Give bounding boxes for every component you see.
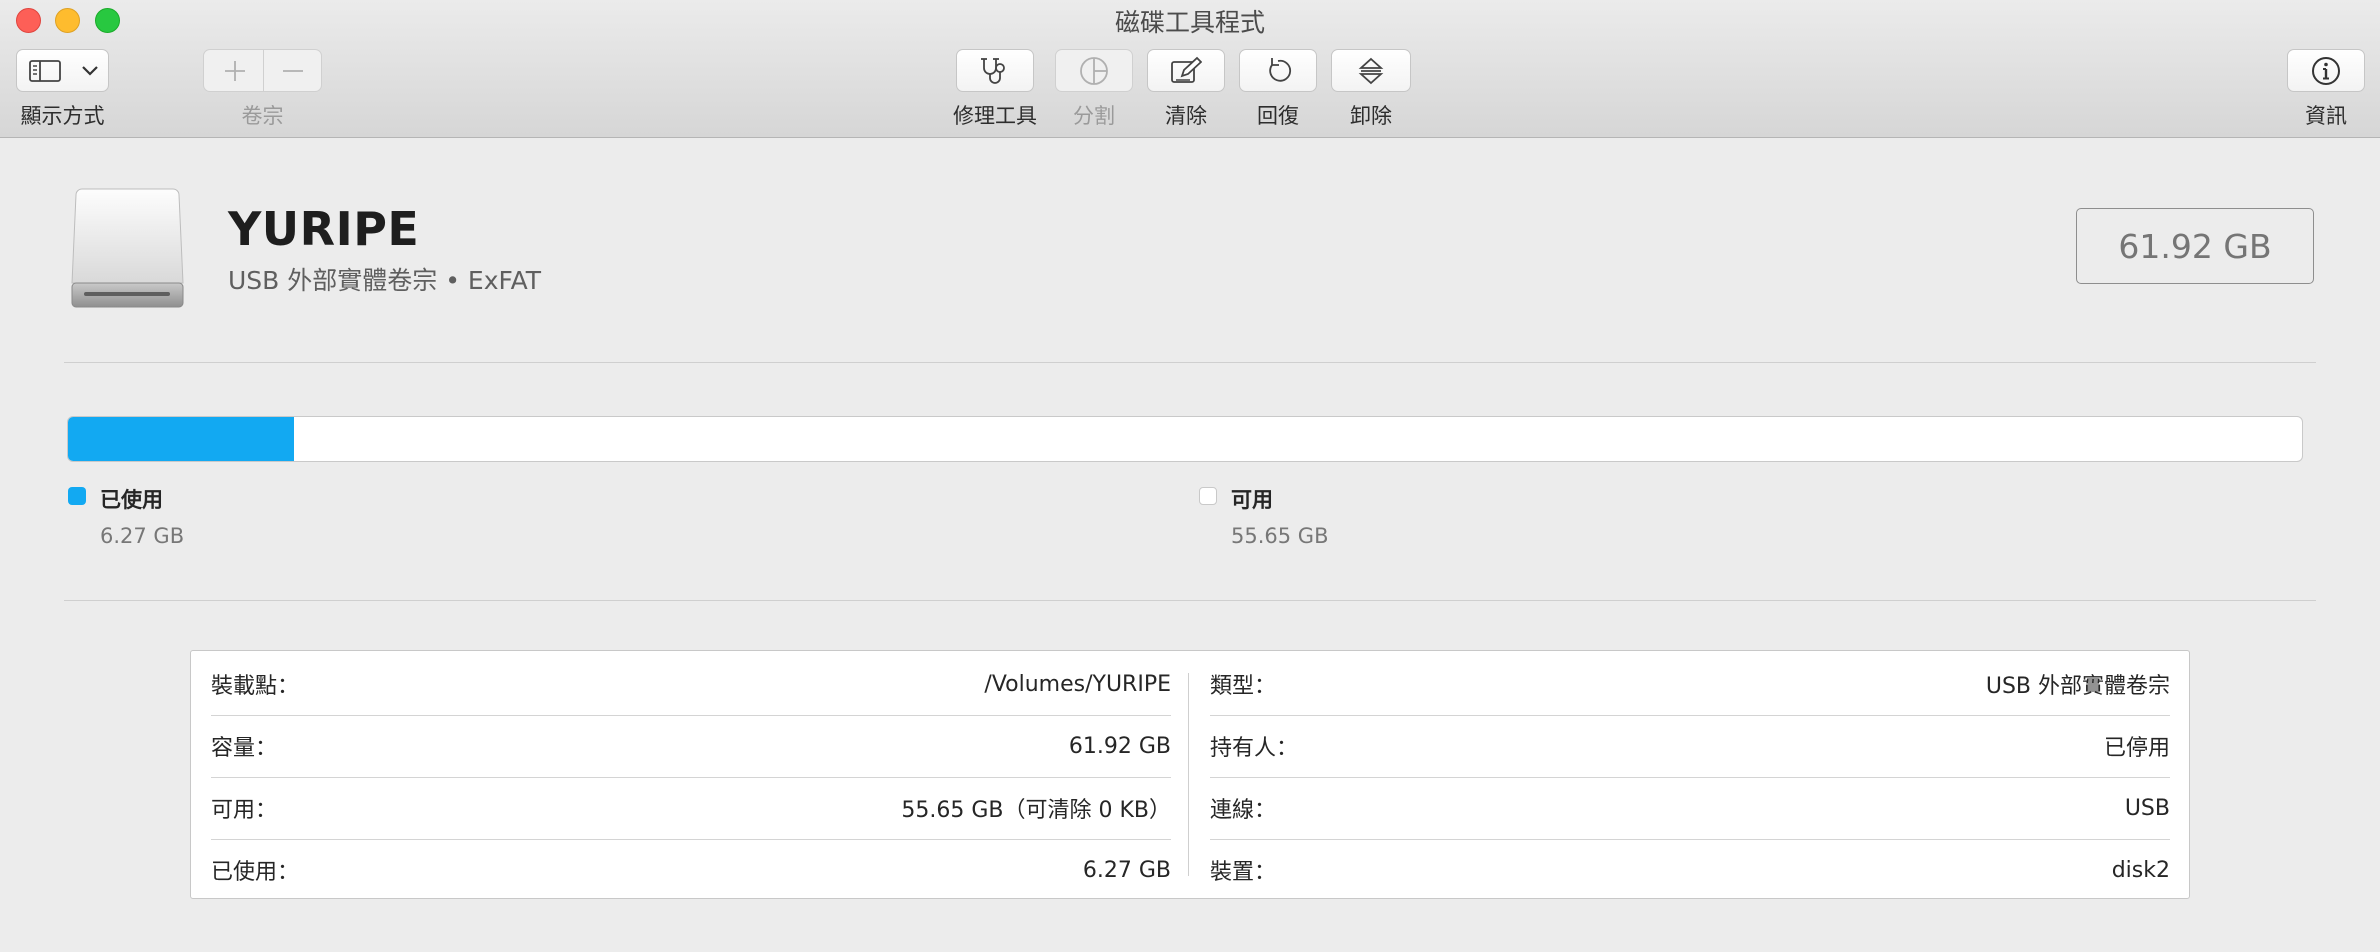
info-value: 6.27 GB [1082, 857, 1171, 883]
info-row: 裝置： disk2 [1210, 839, 2170, 901]
info-column-left: 裝載點： /Volumes/YURIPE 容量： 61.92 GB 可用： 55… [211, 651, 1171, 898]
stethoscope-icon [978, 56, 1012, 86]
volume-segmented-control [203, 49, 322, 92]
info-value: USB 外部實體卷宗 [1985, 674, 2170, 699]
info-label: 類型： [1210, 674, 1277, 699]
used-legend-value: 6.27 GB [100, 524, 185, 548]
info-row: 容量： 61.92 GB [211, 715, 1171, 777]
window-title: 磁碟工具程式 [1114, 8, 1265, 37]
info-value: USB [2124, 795, 2170, 821]
volume-capacity-badge: 61.92 GB [2076, 208, 2314, 284]
restore-label: 回復 [1257, 104, 1299, 128]
info-row: 可用： 55.65 GB（可清除 0 KB） [211, 777, 1171, 839]
first-aid-button[interactable] [956, 49, 1034, 92]
info-label: 可用： [211, 798, 278, 823]
erase-button[interactable] [1147, 49, 1225, 92]
info-value: 61.92 GB [1068, 733, 1171, 759]
used-legend-title: 已使用 [100, 488, 163, 512]
info-value: 已停用 [2103, 736, 2170, 761]
volume-subtitle: USB 外部實體卷宗 • ExFAT [228, 266, 542, 295]
restore-icon [1263, 56, 1293, 86]
divider [64, 600, 2316, 601]
info-row: 裝載點： /Volumes/YURIPE [211, 653, 1171, 715]
info-column-right: 類型： USB 外部實體卷宗 持有人： 已停用 連線： USB 裝置： disk… [1210, 651, 2170, 898]
info-row: 已使用： 6.27 GB [211, 839, 1171, 901]
info-icon [2311, 56, 2341, 86]
info-row: 連線： USB [1210, 777, 2170, 839]
free-legend-title: 可用 [1231, 488, 1273, 512]
pencil-icon [1170, 56, 1202, 86]
minus-icon[interactable] [282, 60, 304, 82]
info-label: 裝載點： [211, 674, 300, 699]
unmount-button[interactable] [1331, 49, 1411, 92]
volume-label: 卷宗 [241, 104, 284, 128]
partition-label: 分割 [1073, 104, 1115, 128]
divider [64, 362, 2316, 363]
info-label: 已使用： [211, 860, 300, 885]
segment-divider [263, 50, 264, 91]
info-label: 連線： [1210, 798, 1277, 823]
view-button[interactable] [16, 49, 109, 92]
partition-button [1055, 49, 1133, 92]
info-value: 55.65 GB（可清除 0 KB） [901, 798, 1171, 823]
info-label: 容量： [211, 736, 278, 761]
info-button[interactable] [2287, 49, 2365, 92]
info-label: 資訊 [2305, 104, 2347, 128]
restore-button[interactable] [1239, 49, 1317, 92]
info-label: 持有人： [1210, 736, 1299, 761]
free-legend-value: 55.65 GB [1231, 524, 1329, 548]
column-divider [1188, 673, 1189, 876]
external-drive-icon [70, 185, 185, 311]
unmount-label: 卸除 [1350, 104, 1392, 128]
free-swatch [1199, 487, 1217, 505]
info-row: 類型： USB 外部實體卷宗 [1210, 653, 2170, 715]
info-label: 裝置： [1210, 860, 1277, 885]
usage-bar-used-segment [68, 417, 295, 461]
pie-chart-icon [1079, 56, 1109, 86]
volume-name: YURIPE [228, 202, 420, 256]
info-row: 持有人： 已停用 [1210, 715, 2170, 777]
erase-label: 清除 [1165, 104, 1207, 128]
info-table: 裝載點： /Volumes/YURIPE 容量： 61.92 GB 可用： 55… [190, 650, 2190, 899]
view-label: 顯示方式 [20, 104, 105, 128]
info-value: /Volumes/YURIPE [984, 671, 1171, 697]
toolbar: 磁碟工具程式 顯示方式 卷宗 修理工具 分割 清除 回復 卸除 資訊 [0, 0, 2380, 138]
eject-icon [1358, 56, 1384, 86]
first-aid-label: 修理工具 [953, 104, 1037, 128]
used-swatch [68, 487, 86, 505]
sidebar-icon [29, 59, 61, 82]
usage-bar [67, 416, 2303, 462]
info-value: disk2 [2111, 857, 2170, 883]
plus-icon[interactable] [224, 60, 246, 82]
chevron-down-icon [82, 65, 98, 76]
